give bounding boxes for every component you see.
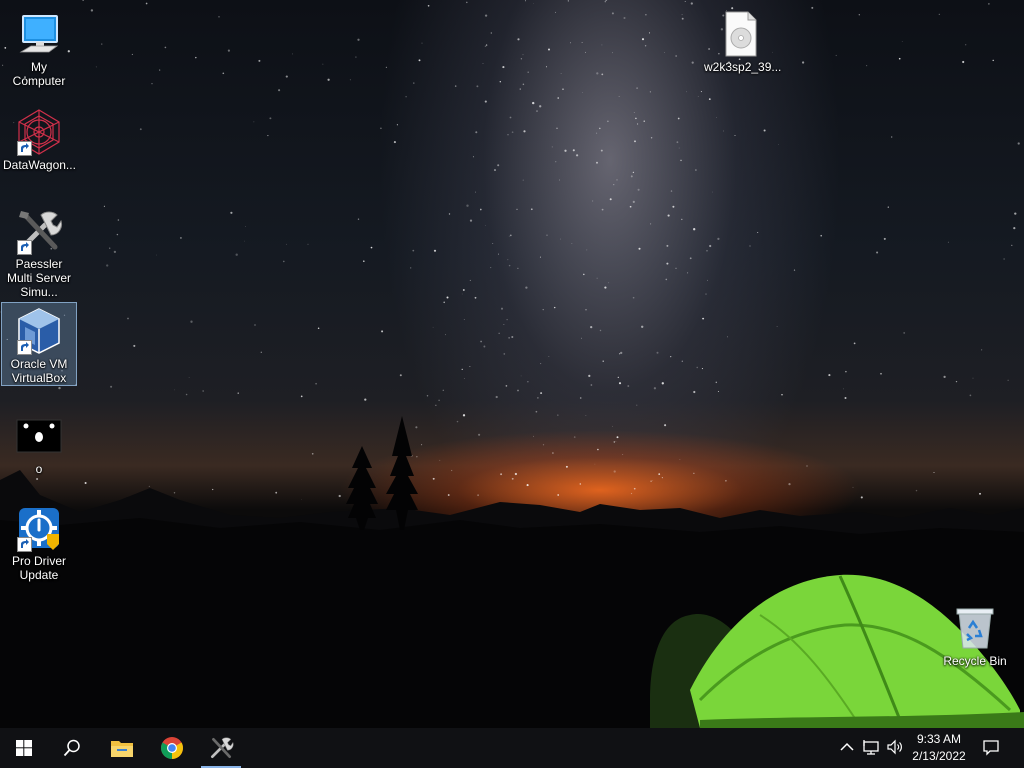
clock-date: 2/13/2022 — [912, 749, 966, 763]
chrome-icon — [161, 737, 183, 759]
driver-update-icon — [15, 504, 63, 552]
shortcut-arrow-icon — [17, 141, 32, 156]
clock-time: 9:33 AM — [916, 732, 962, 746]
network-button[interactable] — [862, 738, 880, 756]
paessler-taskbar-button[interactable] — [197, 728, 245, 768]
show-hidden-icons-button[interactable] — [838, 738, 856, 756]
icon-label: DataWagon... — [3, 158, 76, 172]
search-button[interactable] — [48, 728, 96, 768]
chevron-up-icon — [840, 742, 854, 751]
desktop-icon-datawagon[interactable]: DataWagon... — [1, 104, 77, 175]
monitor-icon — [15, 10, 63, 58]
desktop-icon-o[interactable]: o — [1, 408, 77, 479]
disc-image-file-icon — [716, 10, 764, 58]
network-icon — [863, 740, 879, 755]
icon-label: w2k3sp2_39... — [704, 60, 782, 74]
desktop-icon-paessler[interactable]: Paessler Multi Server Simu... — [1, 203, 77, 302]
start-button[interactable] — [0, 728, 48, 768]
desktop[interactable]: My Computer DataWagon... Paessler Multi … — [0, 0, 1024, 728]
action-center-button[interactable] — [982, 738, 1000, 756]
desktop-icon-w2k3sp2[interactable]: w2k3sp2_39... — [702, 6, 782, 77]
folder-icon — [111, 741, 133, 757]
icon-label: Recycle Bin — [943, 654, 1007, 668]
volume-button[interactable] — [886, 738, 904, 756]
windows-logo-icon — [16, 740, 32, 756]
desktop-icon-recycle-bin[interactable]: Recycle Bin — [937, 600, 1013, 671]
icon-label: My Computer — [12, 60, 66, 88]
geometric-logo-icon — [15, 108, 63, 156]
speaker-icon — [887, 739, 902, 755]
icon-label: Paessler Multi Server Simu... — [6, 257, 71, 299]
shortcut-arrow-icon — [17, 340, 32, 355]
tools-icon — [210, 737, 234, 759]
recycle-bin-icon — [951, 604, 999, 652]
clock[interactable]: 9:33 AM 2/13/2022 — [904, 731, 974, 765]
shortcut-arrow-icon — [17, 537, 32, 552]
notification-icon — [983, 740, 999, 756]
icon-label: Oracle VM VirtualBox — [10, 357, 68, 385]
icon-label: Pro Driver Update — [11, 554, 66, 582]
landscape-silhouette — [0, 416, 1024, 728]
chrome-button[interactable] — [148, 728, 196, 768]
shortcut-arrow-icon — [17, 240, 32, 255]
tools-icon — [15, 207, 63, 255]
taskbar: 9:33 AM 2/13/2022 — [0, 728, 1024, 768]
desktop-icon-pro-driver-update[interactable]: Pro Driver Update — [1, 500, 77, 585]
virtualbox-icon — [15, 307, 63, 355]
desktop-icon-virtualbox[interactable]: Oracle VM VirtualBox — [1, 302, 77, 386]
desktop-icon-my-computer[interactable]: My Computer — [1, 6, 77, 91]
icon-label: o — [35, 462, 43, 476]
black-image-icon — [15, 412, 63, 460]
file-explorer-button[interactable] — [98, 728, 146, 768]
search-icon — [63, 739, 80, 757]
